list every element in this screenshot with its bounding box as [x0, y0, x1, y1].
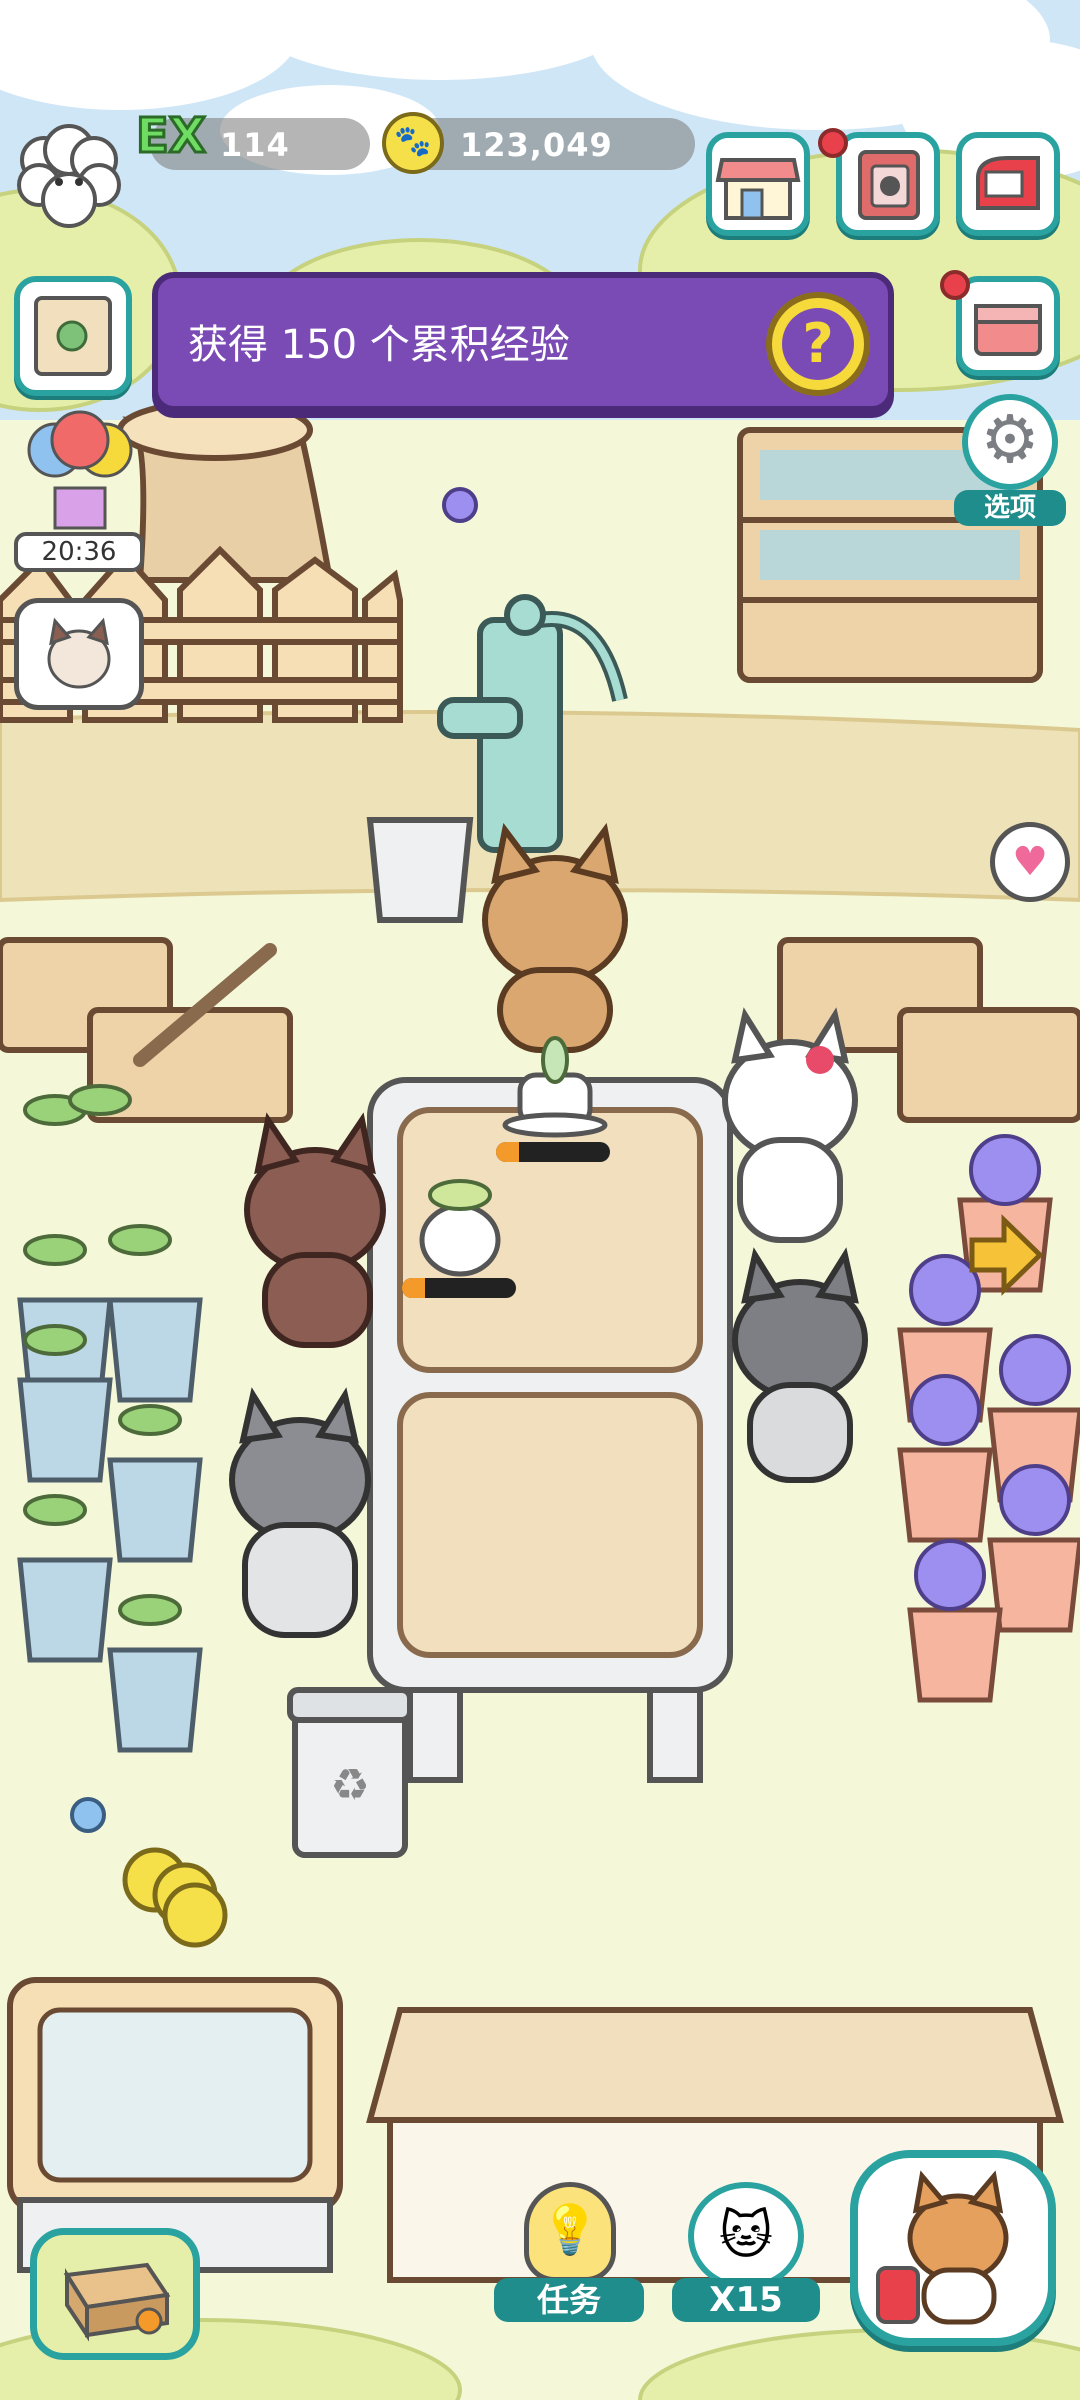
help-button[interactable]: ?	[766, 292, 870, 396]
options-label: 选项	[954, 490, 1066, 526]
cat-album-button[interactable]	[836, 132, 940, 236]
multiplier-label: X15	[672, 2278, 820, 2322]
heart-bubble[interactable]: ♥	[990, 822, 1070, 902]
delivery-box-icon	[63, 2262, 171, 2342]
cat-tabby-top	[482, 822, 628, 1053]
pot-progress-fill	[402, 1278, 425, 1298]
cat-gray	[732, 1247, 868, 1483]
cat-visitor-button[interactable]	[14, 598, 144, 710]
cat-roster-button[interactable]	[850, 2150, 1056, 2346]
cat-brown	[244, 1112, 386, 1348]
album-notification-dot	[818, 128, 848, 158]
cat-bubble-icon	[47, 617, 111, 689]
player-avatar[interactable]	[14, 120, 124, 230]
recycle-bin: ♻	[287, 1687, 413, 1858]
treasure-map-icon	[34, 296, 112, 376]
cat-album-icon	[858, 150, 920, 220]
mailbox-button[interactable]	[956, 132, 1060, 236]
storage-button[interactable]	[956, 276, 1060, 376]
storage-notification-dot	[940, 270, 970, 300]
balloon-gift-icon	[27, 410, 133, 530]
tasks-button[interactable]: 💡 任务	[494, 2182, 644, 2322]
svg-text:♻: ♻	[330, 1760, 369, 1811]
cat-portrait-icon	[876, 2170, 1009, 2325]
cat-boost-button[interactable]: 🐱 X15	[672, 2182, 820, 2322]
work-table	[367, 1077, 733, 1783]
balloon-gift-button[interactable]	[10, 410, 150, 540]
shop-icon	[715, 158, 801, 220]
cat-boost-icon: 🐱	[688, 2182, 804, 2290]
heart-bubble-icon: ♥	[1012, 839, 1048, 885]
cat-gray-tabby	[229, 1387, 371, 1638]
gift-timer: 20:36	[14, 532, 144, 572]
gear-icon: ⚙	[962, 394, 1058, 490]
storage-box-icon	[974, 304, 1042, 356]
tasks-label: 任务	[494, 2278, 644, 2322]
cat-white	[722, 1007, 858, 1243]
shop-button[interactable]	[706, 132, 810, 236]
arrow-right-icon	[969, 1214, 1044, 1296]
ex-badge: EX	[135, 107, 208, 166]
objective-banner[interactable]: 获得 150 个累积经验 ?	[152, 272, 894, 412]
help-icon: ?	[782, 308, 854, 380]
coin-paw-icon: 🐾	[382, 112, 444, 174]
mailbox-icon	[976, 156, 1040, 210]
sheep-avatar-icon	[17, 124, 121, 228]
options-button[interactable]: ⚙ 选项	[954, 394, 1066, 530]
coins-value: 123,049	[460, 126, 613, 164]
objective-banner-text: 获得 150 个累积经验	[188, 322, 570, 368]
map-button[interactable]	[14, 276, 132, 396]
level-value: 114	[220, 126, 290, 164]
scroll-right-button[interactable]	[966, 1212, 1046, 1298]
cup-progress-fill	[496, 1142, 519, 1162]
cup-progress-bar	[496, 1142, 610, 1162]
pot-progress-bar	[402, 1278, 516, 1298]
delivery-button[interactable]	[30, 2228, 200, 2360]
lightbulb-icon: 💡	[524, 2182, 616, 2282]
